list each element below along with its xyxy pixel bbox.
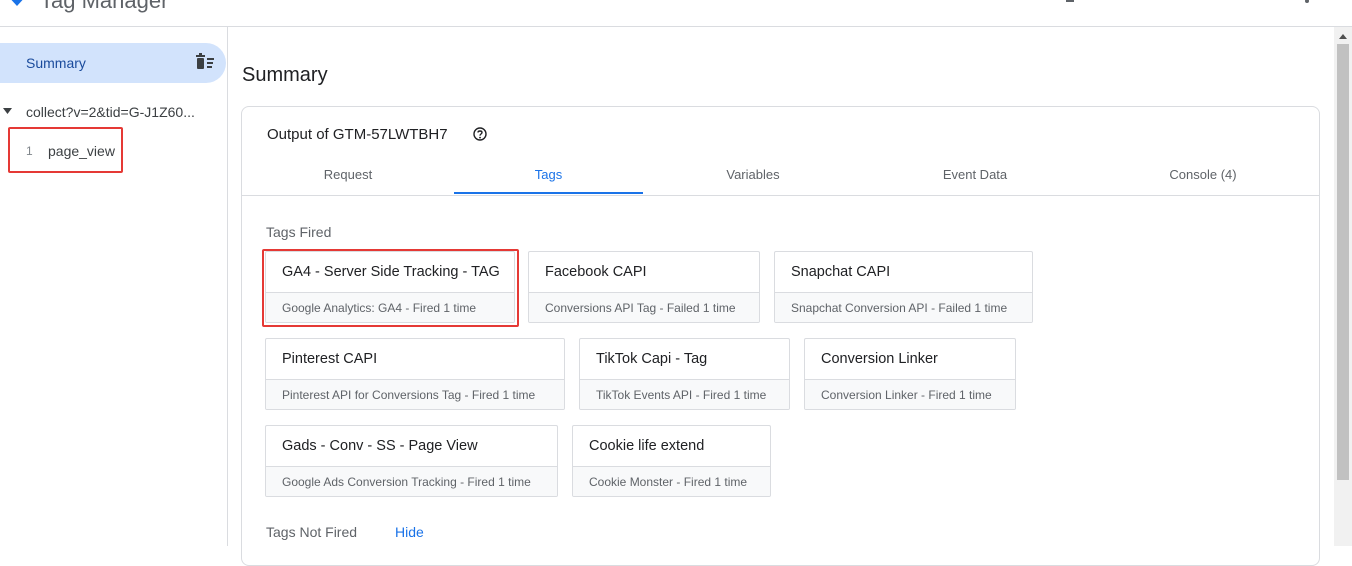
sidebar-summary-label: Summary <box>26 55 86 71</box>
request-label: collect?v=2&tid=G-J1Z60... <box>26 104 195 120</box>
tag-name: TikTok Capi - Tag <box>596 351 708 367</box>
tag-card[interactable]: TikTok Capi - Tag TikTok Events API - Fi… <box>579 338 790 410</box>
help-icon[interactable] <box>473 127 487 141</box>
delete-all-icon[interactable] <box>194 53 216 73</box>
tag-name: Cookie life extend <box>589 438 705 454</box>
top-bar: Tag Manager <box>0 0 1352 27</box>
tag-status: Snapchat Conversion API - Failed 1 time <box>775 292 1032 322</box>
tags-fired-heading: Tags Fired <box>266 224 332 240</box>
tab-console[interactable]: Console (4) <box>1087 161 1319 194</box>
tag-status: Pinterest API for Conversions Tag - Fire… <box>266 379 564 409</box>
more-options-icon[interactable] <box>1304 0 1310 4</box>
tag-name: Snapchat CAPI <box>791 264 891 280</box>
tab-event-data[interactable]: Event Data <box>863 161 1087 194</box>
sidebar-item-summary[interactable]: Summary <box>0 43 226 83</box>
tag-card[interactable]: GA4 - Server Side Tracking - TAG Google … <box>265 251 515 323</box>
tag-status: Conversion Linker - Fired 1 time <box>805 379 1015 409</box>
tag-card[interactable]: Pinterest CAPI Pinterest API for Convers… <box>265 338 565 410</box>
caret-down-icon[interactable] <box>3 108 12 114</box>
tag-card[interactable]: Facebook CAPI Conversions API Tag - Fail… <box>528 251 760 323</box>
tag-name: GA4 - Server Side Tracking - TAG <box>282 264 500 280</box>
card-title: Output of GTM-57LWTBH7 <box>267 126 448 143</box>
tag-card[interactable]: Conversion Linker Conversion Linker - Fi… <box>804 338 1016 410</box>
tag-name: Facebook CAPI <box>545 264 647 280</box>
tag-status: Google Ads Conversion Tracking - Fired 1… <box>266 466 557 496</box>
account-menu-icon[interactable] <box>1066 0 1074 2</box>
tag-name: Pinterest CAPI <box>282 351 378 367</box>
tag-status: TikTok Events API - Fired 1 time <box>580 379 789 409</box>
scrollbar-thumb[interactable] <box>1337 44 1349 480</box>
tab-request[interactable]: Request <box>242 161 454 194</box>
tag-status: Conversions API Tag - Failed 1 time <box>529 292 759 322</box>
event-name: page_view <box>48 143 115 159</box>
request-tree-item[interactable]: collect?v=2&tid=G-J1Z60... <box>0 100 226 124</box>
tag-name: Gads - Conv - SS - Page View <box>282 438 478 454</box>
app-title: Tag Manager <box>40 0 169 13</box>
tab-bar: Request Tags Variables Event Data Consol… <box>242 161 1319 196</box>
event-number: 1 <box>26 144 33 158</box>
hide-link[interactable]: Hide <box>395 524 424 540</box>
tag-status: Google Analytics: GA4 - Fired 1 time <box>266 292 514 322</box>
tag-manager-logo-icon <box>11 0 23 6</box>
page-title: Summary <box>242 64 328 86</box>
event-item-page-view[interactable]: 1 page_view <box>8 127 123 173</box>
tag-card[interactable]: Snapchat CAPI Snapchat Conversion API - … <box>774 251 1033 323</box>
scroll-up-arrow-icon[interactable] <box>1339 34 1347 39</box>
tag-status: Cookie Monster - Fired 1 time <box>573 466 770 496</box>
tag-card[interactable]: Cookie life extend Cookie Monster - Fire… <box>572 425 771 497</box>
output-card: Output of GTM-57LWTBH7 Request Tags Vari… <box>241 106 1320 566</box>
tag-card[interactable]: Gads - Conv - SS - Page View Google Ads … <box>265 425 558 497</box>
tags-not-fired-heading: Tags Not Fired <box>266 524 358 540</box>
sidebar: Summary collect?v=2&tid=G-J1Z60... 1 pag… <box>0 27 228 546</box>
tab-tags[interactable]: Tags <box>454 161 643 194</box>
tag-name: Conversion Linker <box>821 351 938 367</box>
tab-variables[interactable]: Variables <box>643 161 863 194</box>
